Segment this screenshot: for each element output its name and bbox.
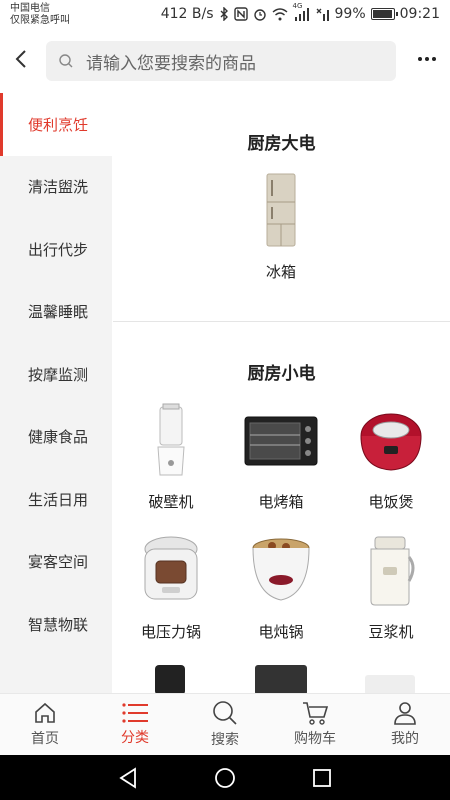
sidebar-item-smart-iot[interactable]: 智慧物联 — [0, 593, 112, 656]
category-content: 厨房大电 冰箱 厨房小电 破壁机 电烤箱 电饭煲 电压力锅 电炖锅 豆浆机 — [113, 93, 450, 693]
chevron-left-icon — [15, 50, 26, 68]
product-category-label: 破壁机 — [148, 493, 194, 511]
home-icon — [35, 702, 55, 723]
more-button[interactable] — [412, 44, 442, 74]
blender-icon — [131, 401, 211, 481]
battery-icon — [370, 8, 398, 20]
product-thumbnail-partial — [255, 665, 307, 693]
product-category-label: 电炖锅 — [258, 623, 304, 641]
sidebar-item-health-food[interactable]: 健康食品 — [0, 406, 112, 469]
product-category-label: 豆浆机 — [368, 623, 414, 641]
sidebar-item-sleep[interactable]: 温馨睡眠 — [0, 281, 112, 344]
product-category-label: 电饭煲 — [368, 493, 414, 511]
tab-label: 首页 — [31, 731, 59, 747]
search-icon — [213, 701, 237, 725]
sidebar-item-convenient-cooking[interactable]: 便利烹饪 — [0, 93, 112, 156]
search-placeholder: 请输入您要搜索的商品 — [86, 53, 256, 74]
battery-percent: 99% — [334, 6, 366, 22]
oven-icon — [241, 401, 321, 481]
product-category-refrigerator[interactable]: 冰箱 — [225, 171, 337, 282]
tab-label: 我的 — [391, 731, 419, 747]
bluetooth-icon — [220, 7, 228, 21]
cart-icon — [303, 702, 328, 725]
tab-category[interactable]: 分类 — [90, 694, 180, 755]
no-signal-icon — [316, 8, 329, 21]
nav-recents-icon[interactable] — [312, 768, 332, 788]
user-icon — [394, 702, 416, 725]
tab-label: 购物车 — [294, 731, 336, 747]
section-title-small-appliances: 厨房小电 — [247, 364, 316, 384]
sidebar-item-daily-life[interactable]: 生活日用 — [0, 468, 112, 531]
tab-label: 搜索 — [211, 732, 239, 748]
more-dots-icon — [418, 57, 436, 61]
carrier-info: 中国电信 仅限紧急呼叫 — [10, 3, 70, 27]
alarm-icon — [253, 9, 266, 21]
sidebar-item-banquet[interactable]: 宴客空间 — [0, 531, 112, 594]
cell-signal-icon: 4G — [293, 2, 311, 21]
tab-search[interactable]: 搜索 — [180, 694, 270, 755]
product-category-oven[interactable]: 电烤箱 — [225, 401, 337, 512]
search-input[interactable]: 请输入您要搜索的商品 — [46, 41, 396, 81]
sidebar-item-massage[interactable]: 按摩监测 — [0, 343, 112, 406]
carrier-name: 中国电信 — [10, 3, 50, 14]
soymilk-maker-icon — [351, 531, 431, 611]
back-button[interactable] — [6, 44, 36, 74]
category-sidebar: 便利烹饪 清洁盥洗 出行代步 温馨睡眠 按摩监测 健康食品 生活日用 宴客空间 … — [0, 93, 112, 693]
clock: 09:21 — [399, 6, 440, 22]
status-indicators: 412 B/s 4G 99% 09:21 — [160, 2, 440, 23]
stew-pot-icon — [241, 531, 321, 611]
tab-cart[interactable]: 购物车 — [270, 694, 360, 755]
sidebar-item-label: 生活日用 — [28, 490, 89, 509]
search-icon — [46, 53, 86, 69]
product-category-blender[interactable]: 破壁机 — [115, 401, 227, 512]
sidebar-item-label: 便利烹饪 — [28, 115, 89, 134]
section-title-large-appliances: 厨房大电 — [247, 134, 316, 154]
product-category-stew-pot[interactable]: 电炖锅 — [225, 531, 337, 642]
network-speed: 412 B/s — [160, 6, 214, 22]
carrier-status: 仅限紧急呼叫 — [10, 15, 70, 26]
sidebar-item-label: 按摩监测 — [28, 365, 89, 384]
nfc-icon — [233, 7, 248, 21]
sidebar-item-label: 宴客空间 — [28, 553, 89, 572]
wifi-icon — [272, 7, 287, 20]
product-category-label: 冰箱 — [265, 263, 296, 281]
sidebar-item-label: 出行代步 — [28, 240, 89, 259]
pressure-cooker-icon — [131, 531, 211, 611]
header: 请输入您要搜索的商品 — [0, 32, 450, 88]
product-thumbnail-partial — [365, 675, 415, 693]
sidebar-item-label: 清洁盥洗 — [28, 178, 89, 197]
tab-label: 分类 — [121, 730, 149, 746]
nav-back-icon[interactable] — [118, 766, 138, 789]
tab-profile[interactable]: 我的 — [360, 694, 450, 755]
product-thumbnail-partial — [155, 665, 185, 693]
tab-home[interactable]: 首页 — [0, 694, 90, 755]
nav-home-icon[interactable] — [214, 767, 236, 789]
rice-cooker-icon — [351, 401, 431, 481]
product-category-rice-cooker[interactable]: 电饭煲 — [335, 401, 447, 512]
product-category-pressure-cooker[interactable]: 电压力锅 — [115, 531, 227, 642]
section-divider — [113, 321, 450, 322]
sidebar-item-label: 智慧物联 — [28, 615, 89, 634]
system-nav-bar — [0, 755, 450, 800]
sidebar-item-label: 温馨睡眠 — [28, 303, 89, 322]
sidebar-item-travel[interactable]: 出行代步 — [0, 218, 112, 281]
sidebar-item-label: 健康食品 — [28, 428, 89, 447]
product-category-label: 电烤箱 — [258, 493, 304, 511]
bottom-tab-bar: 首页 分类 搜索 购物车 我的 — [0, 693, 450, 755]
refrigerator-icon — [241, 171, 321, 251]
list-icon — [122, 703, 148, 723]
status-bar: 中国电信 仅限紧急呼叫 412 B/s 4G 99% 09:21 — [0, 0, 450, 32]
product-category-soymilk-maker[interactable]: 豆浆机 — [335, 531, 447, 642]
sidebar-item-cleaning[interactable]: 清洁盥洗 — [0, 156, 112, 219]
product-category-label: 电压力锅 — [140, 623, 201, 641]
